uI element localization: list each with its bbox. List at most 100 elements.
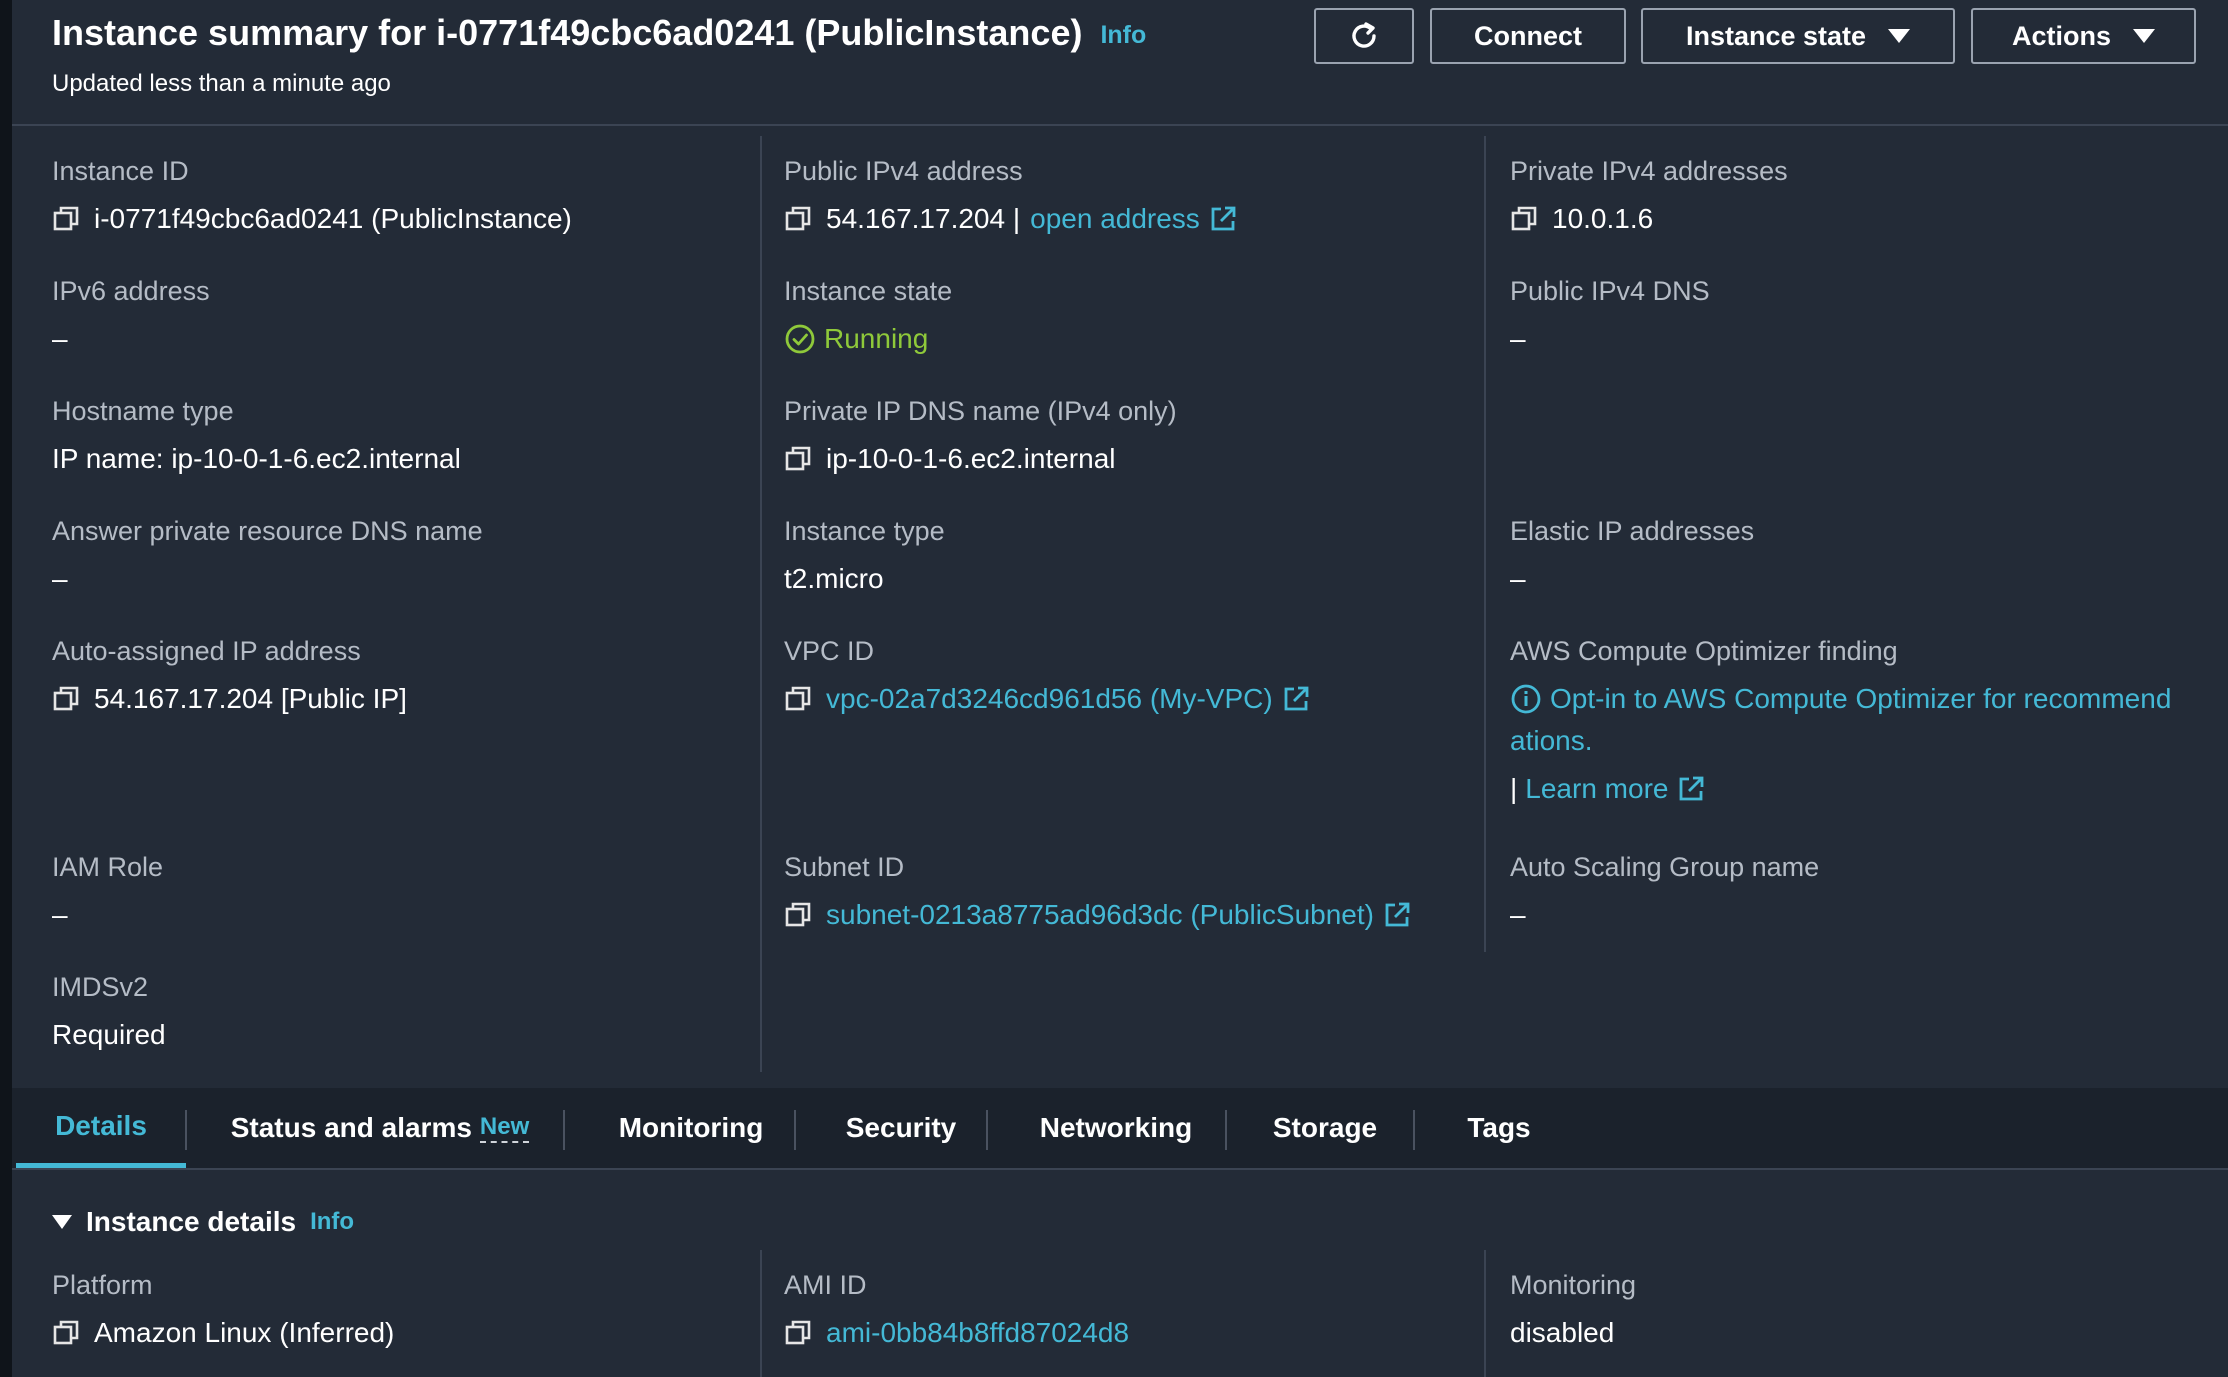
tab-label: Networking [1039,1112,1193,1143]
vpc-id-link[interactable]: vpc-02a7d3246cd961d56 (My-VPC) [826,683,1273,715]
tab-storage[interactable]: Storage [1238,1088,1412,1168]
optimizer-field: AWS Compute Optimizer finding Opt-in to … [1510,636,2210,805]
optimizer-optin-link[interactable]: Opt-in to AWS Compute Optimizer for reco… [1550,683,2171,715]
instance-state-value: Running [824,323,929,354]
details-tabs: Details Status and alarms New Monitoring… [12,1088,2228,1170]
public-dns-field: Public IPv4 DNS – [1510,276,1710,355]
copy-icon[interactable] [784,684,814,714]
copy-icon[interactable] [52,204,82,234]
hostname-type-field: Hostname type IP name: ip-10-0-1-6.ec2.i… [52,396,461,475]
external-link-icon[interactable] [1281,684,1311,714]
actions-label: Actions [2011,20,2111,51]
field-label: Private IP DNS name (IPv4 only) [784,396,1177,426]
page-header: Instance summary for i-0771f49cbc6ad0241… [12,0,2228,126]
tab-security[interactable]: Security [808,1088,994,1168]
section-title: Instance details [86,1206,297,1237]
connect-button[interactable]: Connect [1430,8,1626,64]
iam-role-field: IAM Role – [52,852,163,931]
column-divider [1484,1250,1486,1377]
ami-id-link[interactable]: ami-0bb84b8ffd87024d8 [826,1317,1129,1349]
column-divider [760,1250,762,1377]
auto-ip-value: 54.167.17.204 [Public IP] [94,683,407,714]
caret-down-icon [2133,29,2155,43]
tab-details[interactable]: Details [16,1088,186,1168]
field-label: IAM Role [52,852,164,882]
monitoring-field: Monitoring disabled [1510,1270,1636,1349]
auto-ip-field: Auto-assigned IP address 54.167.17.204 [… [52,636,407,715]
tab-status-and-alarms[interactable]: Status and alarms New [198,1088,562,1168]
private-dns-field: Private IP DNS name (IPv4 only) ip-10-0-… [784,396,1177,475]
field-label: Elastic IP addresses [1510,516,1755,546]
tab-divider [986,1110,988,1150]
caret-down-icon [1888,29,1911,43]
field-label: Private IPv4 addresses [1510,156,1788,186]
asg-value: – [1510,899,1526,930]
collapse-triangle-icon[interactable] [52,1215,72,1229]
tab-divider [1413,1110,1415,1150]
tab-label: Monitoring [618,1112,764,1143]
last-updated-text: Updated less than a minute ago [52,70,391,97]
ami-id-field: AMI ID ami-0bb84b8ffd87024d8 [784,1270,1129,1349]
tab-divider [563,1110,565,1150]
tab-label: Tags [1467,1112,1531,1143]
ipv6-field: IPv6 address – [52,276,210,355]
instance-state-dropdown[interactable]: Instance state [1641,8,1955,64]
learn-more-link[interactable]: Learn more [1525,773,1668,805]
instance-id-field: Instance ID i-0771f49cbc6ad0241 (PublicI… [52,156,572,235]
refresh-button[interactable] [1314,8,1414,64]
field-label: Auto-assigned IP address [52,636,361,666]
copy-icon[interactable] [784,204,814,234]
public-dns-value: – [1510,323,1526,354]
field-label: Instance type [784,516,945,546]
separator: | [1510,773,1518,804]
instance-details-header[interactable]: Instance details Info [52,1206,354,1238]
tab-networking[interactable]: Networking [998,1088,1234,1168]
tab-label: Details [55,1109,147,1141]
platform-value: Amazon Linux (Inferred) [94,1317,395,1348]
instance-type-field: Instance type t2.micro [784,516,945,595]
copy-icon[interactable] [784,1318,814,1348]
instance-id-value: i-0771f49cbc6ad0241 (PublicInstance) [94,203,572,234]
answer-dns-value: – [52,563,68,594]
instance-state-field: Instance state Running [784,276,952,355]
instance-state-label: Instance state [1685,20,1867,51]
external-link-icon[interactable] [1208,204,1238,234]
column-divider [760,136,762,1072]
details-info-link[interactable]: Info [310,1208,354,1236]
external-link-icon[interactable] [1382,900,1412,930]
elastic-ip-value: – [1510,563,1526,594]
vpc-id-field: VPC ID vpc-02a7d3246cd961d56 (My-VPC) [784,636,1311,715]
field-label: AMI ID [784,1270,867,1300]
imdsv2-field: IMDSv2 Required [52,972,166,1051]
monitoring-value: disabled [1510,1317,1615,1348]
iam-role-value: – [52,899,68,930]
copy-icon[interactable] [52,1318,82,1348]
tab-monitoring[interactable]: Monitoring [580,1088,802,1168]
title-info-link[interactable]: Info [1100,21,1146,49]
field-label: Hostname type [52,396,234,426]
public-ipv4-value: 54.167.17.204 | [826,203,1021,234]
tab-tags[interactable]: Tags [1426,1088,1572,1168]
copy-icon[interactable] [784,444,814,474]
info-circle-icon [1511,684,1541,714]
subnet-id-link[interactable]: subnet-0213a8775ad96d3dc (PublicSubnet) [826,899,1374,931]
open-address-link[interactable]: open address [1030,203,1200,235]
field-label: Auto Scaling Group name [1510,852,1820,882]
field-label: AWS Compute Optimizer finding [1510,636,1898,666]
imdsv2-value: Required [52,1019,166,1050]
external-link-icon[interactable] [1676,774,1706,804]
copy-icon[interactable] [784,900,814,930]
field-label: Instance ID [52,156,189,186]
tab-divider [794,1110,796,1150]
subnet-id-field: Subnet ID subnet-0213a8775ad96d3dc (Publ… [784,852,1412,931]
copy-icon[interactable] [52,684,82,714]
copy-icon[interactable] [1510,204,1540,234]
public-ipv4-field: Public IPv4 address 54.167.17.204 | open… [784,156,1238,235]
refresh-icon [1352,22,1376,48]
asg-field: Auto Scaling Group name – [1510,852,1819,931]
field-label: Subnet ID [784,852,905,882]
optimizer-optin-link-cont[interactable]: ations. [1510,725,1593,757]
actions-dropdown[interactable]: Actions [1971,8,2196,64]
private-dns-value: ip-10-0-1-6.ec2.internal [826,443,1116,474]
tab-label: Security [845,1112,957,1143]
